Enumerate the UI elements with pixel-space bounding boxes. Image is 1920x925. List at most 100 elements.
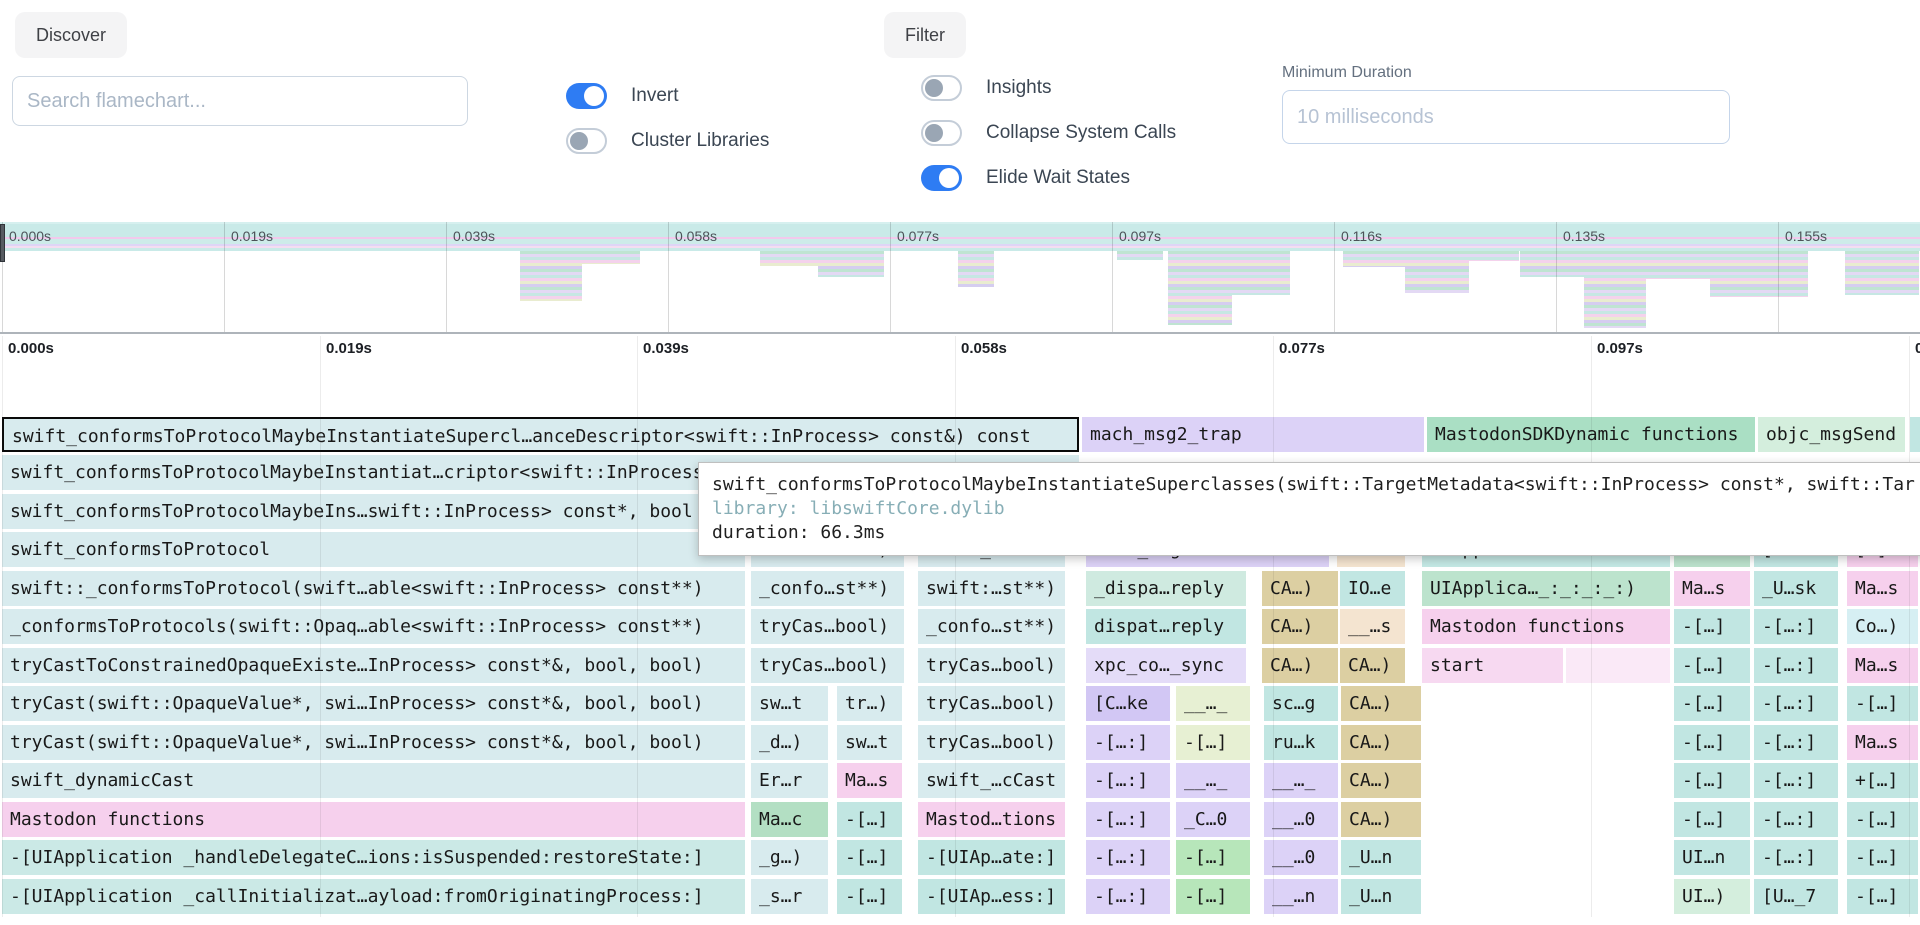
search-input[interactable]: [12, 76, 468, 126]
flame-cell[interactable]: -[…]: [837, 879, 902, 914]
flame-cell[interactable]: _d…): [751, 725, 828, 760]
flame-cell[interactable]: -[…:]: [1754, 725, 1838, 760]
flame-cell[interactable]: tryCas…bool): [918, 686, 1065, 721]
flame-cell[interactable]: Mastodon functions: [2, 802, 745, 837]
flame-cell[interactable]: _conformsToProtocols(swift::Opaq…able<sw…: [2, 609, 745, 644]
flame-cell[interactable]: xpc_co…_sync: [1086, 648, 1246, 683]
toggle-switch-invert[interactable]: [566, 83, 607, 109]
flame-cell[interactable]: ru…k: [1264, 725, 1338, 760]
flame-cell[interactable]: CA…): [1341, 763, 1421, 798]
flame-cell[interactable]: -[UIAp…ess:]: [918, 879, 1065, 914]
flame-cell[interactable]: tryCas…bool): [751, 609, 904, 644]
flame-cell[interactable]: -[…:]: [1754, 840, 1838, 875]
flame-cell[interactable]: -[…]: [1674, 725, 1750, 760]
flame-cell[interactable]: CA…): [1340, 648, 1405, 683]
flame-cell[interactable]: -[…]: [1674, 609, 1750, 644]
filter-button[interactable]: Filter: [884, 12, 966, 58]
flame-cell[interactable]: IO…e: [1340, 571, 1405, 606]
flame-cell[interactable]: +[…]: [1847, 763, 1918, 798]
flame-cell[interactable]: -[…:]: [1754, 609, 1838, 644]
flame-cell[interactable]: _confo…st**): [751, 571, 904, 606]
flame-cell[interactable]: tryCas…bool): [918, 725, 1065, 760]
flame-cell[interactable]: _confo…st**): [918, 609, 1065, 644]
flame-cell[interactable]: CA…): [1341, 725, 1421, 760]
flame-cell[interactable]: Ma…c: [751, 802, 828, 837]
flame-cell[interactable]: tryCast(swift::OpaqueValue*, swi…InProce…: [2, 686, 745, 721]
flame-cell[interactable]: sw…t: [837, 725, 902, 760]
flame-cell[interactable]: -[…:]: [1086, 763, 1170, 798]
flame-cell[interactable]: -[…:]: [1086, 840, 1170, 875]
flame-cell[interactable]: [U…_7: [1754, 879, 1838, 914]
flame-cell[interactable]: -[UIApplication _handleDelegateC…ions:is…: [2, 840, 745, 875]
flame-cell[interactable]: [C…ke: [1086, 686, 1170, 721]
flame-cell[interactable]: -[…]: [1674, 686, 1750, 721]
flame-cell[interactable]: _s…r: [751, 879, 828, 914]
flame-cell[interactable]: swift_dynamicCast: [2, 763, 745, 798]
flame-cell[interactable]: -[…:]: [1086, 802, 1170, 837]
flame-cell[interactable]: _U…n: [1341, 840, 1421, 875]
minimum-duration-input[interactable]: [1282, 90, 1730, 144]
discover-button[interactable]: Discover: [15, 12, 127, 58]
flame-cell[interactable]: __…n: [1264, 879, 1338, 914]
flame-cell[interactable]: -[…]: [1176, 840, 1250, 875]
flame-cell[interactable]: _dispa…reply: [1086, 571, 1246, 606]
flame-cell[interactable]: swift_conformsToProtocol: [2, 532, 745, 567]
minimap-selection-handle[interactable]: [0, 224, 5, 262]
flame-cell[interactable]: -[…]: [1176, 879, 1250, 914]
flame-cell[interactable]: swift::_conformsToProtocol(swift…able<sw…: [2, 571, 745, 606]
flame-cell[interactable]: -[…:]: [1754, 648, 1838, 683]
flame-cell[interactable]: -[…:]: [1754, 802, 1838, 837]
flame-cell[interactable]: tr…): [837, 686, 902, 721]
flame-cell[interactable]: -[…]: [837, 840, 902, 875]
flame-cell[interactable]: tryCast(swift::OpaqueValue*, swi…InProce…: [2, 725, 745, 760]
flame-cell[interactable]: Ma…s: [1674, 571, 1750, 606]
flame-cell[interactable]: CA…): [1341, 686, 1421, 721]
flame-cell[interactable]: tryCas…bool): [751, 648, 904, 683]
flame-cell[interactable]: dispat…reply: [1086, 609, 1246, 644]
flame-cell[interactable]: _C…0: [1176, 802, 1250, 837]
flame-cell[interactable]: Er…r: [751, 763, 828, 798]
flame-cell[interactable]: objc_msgSend: [1758, 417, 1905, 452]
flame-cell[interactable]: swift_…cCast: [918, 763, 1065, 798]
flame-cell[interactable]: -[…:]: [1086, 725, 1170, 760]
flame-cell[interactable]: tryCas…bool): [918, 648, 1065, 683]
flame-cell[interactable]: -[…]: [837, 802, 902, 837]
flame-cell[interactable]: swift:…st**): [918, 571, 1065, 606]
flame-cell[interactable]: [1566, 648, 1670, 683]
flame-cell[interactable]: __…_: [1264, 763, 1338, 798]
toggle-switch-insights[interactable]: [921, 75, 962, 101]
flame-cell[interactable]: Mastod…tions: [918, 802, 1065, 837]
flame-cell[interactable]: -[…:]: [1086, 879, 1170, 914]
flame-cell[interactable]: -[UIApplication _callInitializat…ayload:…: [2, 879, 745, 914]
flame-cell[interactable]: Co…): [1847, 609, 1918, 644]
flame-cell[interactable]: -[…:]: [1754, 686, 1838, 721]
flame-cell[interactable]: -[…]: [1847, 686, 1918, 721]
flame-cell[interactable]: _U…sk: [1754, 571, 1838, 606]
flame-cell[interactable]: CA…): [1341, 802, 1421, 837]
flame-cell[interactable]: __…0: [1264, 802, 1338, 837]
flame-cell[interactable]: mach_msg2_trap: [1082, 417, 1424, 452]
flame-cell[interactable]: _g…): [751, 840, 828, 875]
flame-cell[interactable]: UI…): [1674, 879, 1750, 914]
flame-cell[interactable]: -[…:]: [1754, 763, 1838, 798]
flame-cell[interactable]: Ma…s: [1847, 725, 1918, 760]
toggle-switch-cluster-libraries[interactable]: [566, 128, 607, 154]
flame-cell[interactable]: __…_: [1176, 763, 1250, 798]
toggle-switch-collapse-system-calls[interactable]: [921, 120, 962, 146]
flame-cell[interactable]: -[…]: [1176, 725, 1250, 760]
flame-cell[interactable]: Ma…s: [1847, 571, 1918, 606]
flame-cell[interactable]: UI…n: [1674, 840, 1750, 875]
flame-cell[interactable]: -[…]: [1847, 879, 1918, 914]
flame-cell[interactable]: sw…t: [751, 686, 828, 721]
flame-cell[interactable]: UIApplica…_:_:_:_:): [1422, 571, 1670, 606]
flame-cell-selected[interactable]: swift_conformsToProtocolMaybeInstantiate…: [2, 417, 1079, 452]
toggle-switch-elide-wait-states[interactable]: [921, 165, 962, 191]
flame-cell[interactable]: __…_: [1176, 686, 1250, 721]
flame-cell[interactable]: start: [1422, 648, 1563, 683]
flame-cell[interactable]: -[…]: [1674, 802, 1750, 837]
flame-cell[interactable]: Ma…s: [837, 763, 902, 798]
flame-cell[interactable]: -[…]: [1674, 648, 1750, 683]
flame-cell[interactable]: Mastodon functions: [1422, 609, 1670, 644]
flame-cell[interactable]: -[…]: [1847, 802, 1918, 837]
flame-cell[interactable]: -[UIAp…ate:]: [918, 840, 1065, 875]
